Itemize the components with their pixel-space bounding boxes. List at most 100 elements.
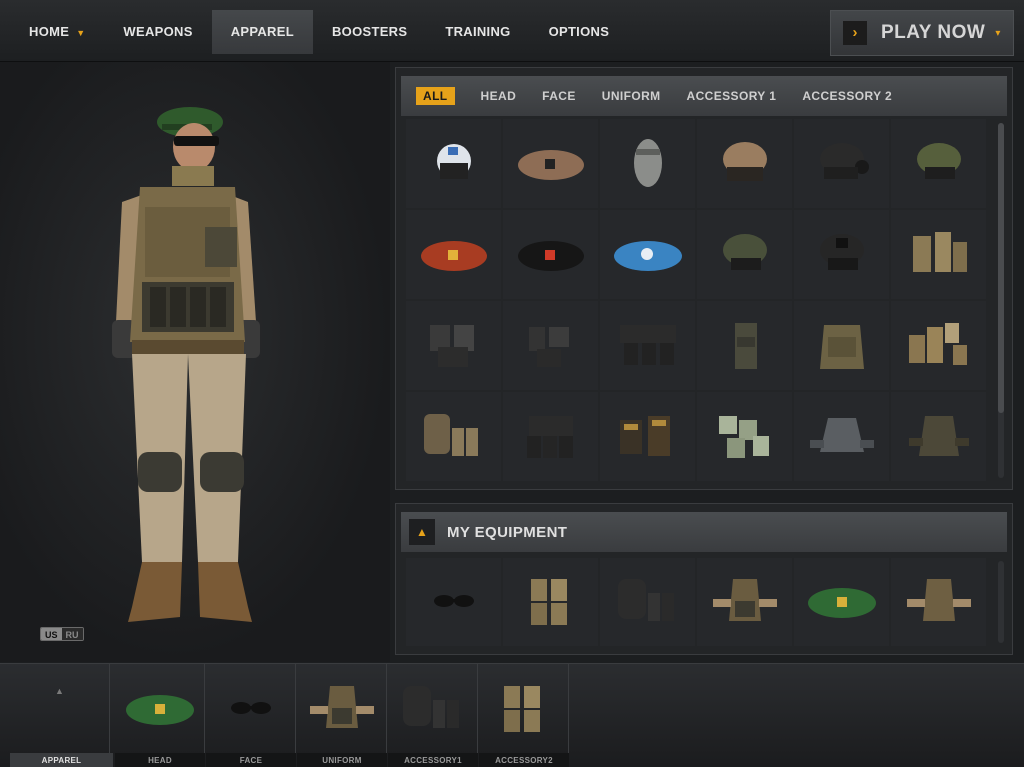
my-equipment-title: MY EQUIPMENT: [447, 523, 568, 541]
camo-helmet-icon: [722, 141, 767, 181]
catalog-item[interactable]: [503, 119, 598, 208]
catalog-item[interactable]: [406, 210, 501, 299]
tab-head[interactable]: HEAD: [481, 89, 517, 103]
catalog-item[interactable]: [600, 210, 695, 299]
tab-face[interactable]: FACE: [542, 89, 576, 103]
tan-pouches-icon: [503, 685, 540, 732]
slot-label-accessory2[interactable]: ACCESSORY2: [479, 753, 569, 767]
loadout-slot-face[interactable]: [206, 664, 296, 753]
my-equipment-list: [406, 558, 986, 646]
grey-jacket-icon: [809, 417, 874, 452]
nav-boosters-label: BOOSTERS: [331, 24, 408, 39]
equipment-item[interactable]: [891, 558, 986, 646]
equipment-item[interactable]: [503, 558, 598, 646]
catalog-item[interactable]: [794, 119, 889, 208]
character-preview: US RU: [0, 62, 390, 662]
holster-rig-icon: [429, 324, 474, 367]
nav-boosters[interactable]: BOOSTERS: [313, 10, 426, 54]
face-wrap-icon: [633, 138, 662, 187]
black-beret-icon: [517, 240, 584, 271]
catalog-item[interactable]: [891, 210, 986, 299]
black-chest-rig-icon: [619, 324, 676, 365]
nav-training-label: TRAINING: [445, 24, 511, 39]
apparel-subtabs: ALL HEAD FACE UNIFORM ACCESSORY 1 ACCESS…: [401, 76, 1007, 116]
catalog-item[interactable]: [600, 119, 695, 208]
ammo-pouches-icon: [718, 415, 769, 458]
loadout-slot-accessory2[interactable]: [479, 664, 569, 753]
nav-options[interactable]: OPTIONS: [530, 10, 629, 54]
tan-pouches-icon: [530, 579, 567, 625]
slot-label-uniform[interactable]: UNIFORM: [297, 753, 387, 767]
nav-options-label: OPTIONS: [548, 24, 610, 39]
nav-weapons[interactable]: WEAPONS: [104, 10, 211, 54]
catalog-item[interactable]: [697, 301, 792, 390]
top-nav: HOME ▼ WEAPONS APPAREL BOOSTERS TRAINING …: [0, 0, 1024, 62]
loadout-slot-apparel[interactable]: ▲: [10, 664, 110, 753]
play-arrow-icon: ›: [843, 21, 867, 45]
loadout-slot-uniform[interactable]: [297, 664, 387, 753]
my-equipment-panel: ▲ MY EQUIPMENT: [395, 503, 1013, 655]
slot-label-head[interactable]: HEAD: [115, 753, 205, 767]
nav-home[interactable]: HOME ▼: [10, 10, 104, 54]
tab-all[interactable]: ALL: [416, 87, 455, 105]
leg-holster-icon: [528, 326, 569, 367]
catalog-item[interactable]: [697, 119, 792, 208]
catalog-item[interactable]: [406, 392, 501, 481]
catalog-item[interactable]: [406, 301, 501, 390]
desert-vest-icon: [712, 579, 777, 621]
tab-uniform[interactable]: UNIFORM: [602, 89, 661, 103]
tab-accessory-2[interactable]: ACCESSORY 2: [802, 89, 892, 103]
equipment-item[interactable]: [794, 558, 889, 646]
loadout-slot-accessory1[interactable]: [388, 664, 478, 753]
slot-label-apparel[interactable]: APPAREL: [10, 753, 113, 767]
catalog-item[interactable]: [503, 301, 598, 390]
catalog-item[interactable]: [891, 392, 986, 481]
collapse-up-icon[interactable]: ▲: [409, 519, 435, 545]
catalog-item[interactable]: [794, 301, 889, 390]
catalog-item[interactable]: [600, 392, 695, 481]
catalog-item[interactable]: [891, 301, 986, 390]
faction-toggle[interactable]: US RU: [40, 627, 84, 641]
faction-us-option[interactable]: US: [41, 628, 62, 640]
black-backpack-icon: [526, 415, 573, 458]
play-now-button[interactable]: › PLAY NOW ▾: [830, 10, 1014, 56]
catalog-item[interactable]: [794, 392, 889, 481]
slot-label-accessory1[interactable]: ACCESSORY1: [388, 753, 478, 767]
nav-weapons-label: WEAPONS: [123, 24, 193, 39]
catalog-item[interactable]: [891, 119, 986, 208]
catalog-item[interactable]: [697, 210, 792, 299]
catalog-item[interactable]: [600, 301, 695, 390]
equipment-item[interactable]: [600, 558, 695, 646]
catalog-scroll-thumb[interactable]: [998, 123, 1004, 413]
play-now-label: PLAY NOW: [881, 22, 986, 43]
faction-ru-option[interactable]: RU: [61, 628, 83, 640]
soldier-model-image[interactable]: [70, 92, 300, 632]
utility-pouch-icon: [734, 322, 757, 369]
my-equipment-scrollbar[interactable]: [998, 561, 1004, 643]
catalog-item[interactable]: [503, 392, 598, 481]
equipment-item[interactable]: [697, 558, 792, 646]
apparel-catalog: ALL HEAD FACE UNIFORM ACCESSORY 1 ACCESS…: [395, 67, 1013, 490]
olive-helmet-icon: [916, 142, 961, 179]
camo-jacket-icon: [908, 415, 969, 456]
chevron-down-icon[interactable]: ▾: [995, 28, 1000, 39]
catalog-item[interactable]: [794, 210, 889, 299]
backpack-pouches-icon: [423, 413, 478, 456]
desert-vest-alt-icon: [906, 579, 971, 621]
my-equipment-header: ▲ MY EQUIPMENT: [401, 512, 1007, 552]
loadout-slot-head[interactable]: [115, 664, 205, 753]
equipment-item[interactable]: [406, 558, 501, 646]
nav-apparel[interactable]: APPAREL: [211, 10, 313, 54]
chevron-down-icon: ▼: [76, 28, 86, 38]
catalog-item[interactable]: [406, 119, 501, 208]
headset-helmet-icon: [819, 142, 869, 179]
slot-label-face[interactable]: FACE: [206, 753, 296, 767]
catalog-item[interactable]: [697, 392, 792, 481]
catalog-item[interactable]: [503, 210, 598, 299]
catalog-scrollbar[interactable]: [998, 123, 1004, 478]
green-helmet-icon: [722, 233, 767, 270]
tab-accessory-1[interactable]: ACCESSORY 1: [687, 89, 777, 103]
loadout-bar: ▲ APPAREL HEAD FACE UNIFORM ACCESSORY1 A…: [0, 663, 1024, 767]
nightvision-helmet-icon: [819, 233, 864, 270]
nav-training[interactable]: TRAINING: [426, 10, 529, 54]
